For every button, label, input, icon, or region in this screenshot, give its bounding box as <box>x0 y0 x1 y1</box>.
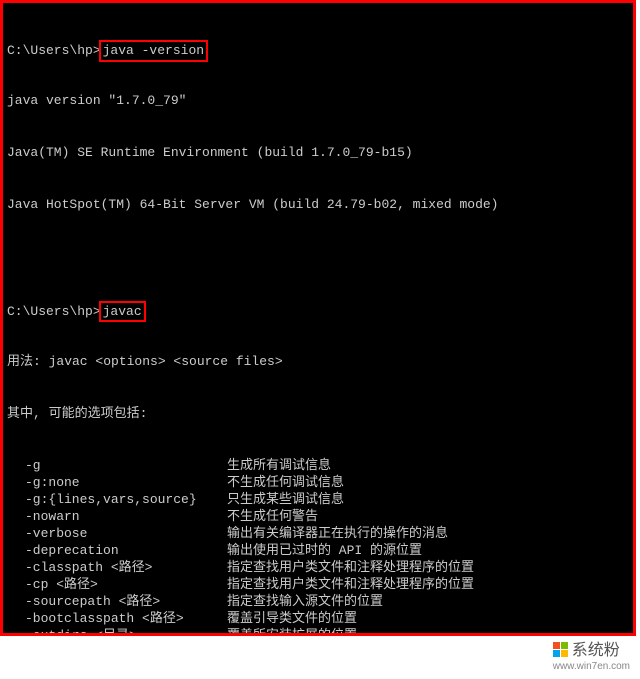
prompt-path: C:\Users\hp> <box>7 304 101 319</box>
option-row: -classpath <路径>指定查找用户类文件和注释处理程序的位置 <box>7 559 629 576</box>
option-desc: 指定查找输入源文件的位置 <box>227 593 629 610</box>
output-line: java version "1.7.0_79" <box>7 92 629 109</box>
option-row: -deprecation输出使用已过时的 API 的源位置 <box>7 542 629 559</box>
highlighted-command-1: java -version <box>99 40 208 62</box>
options-list: -g生成所有调试信息-g:none不生成任何调试信息-g:{lines,vars… <box>7 457 629 636</box>
output-line: Java(TM) SE Runtime Environment (build 1… <box>7 144 629 161</box>
options-header: 其中, 可能的选项包括: <box>7 405 629 422</box>
blank-line <box>7 248 629 265</box>
terminal-window[interactable]: C:\Users\hp>java -version java version "… <box>0 0 636 636</box>
option-desc: 覆盖引导类文件的位置 <box>227 610 629 627</box>
option-flag: -extdirs <目录> <box>7 627 227 636</box>
prompt-line-1: C:\Users\hp>java -version <box>7 40 629 57</box>
option-desc: 输出使用已过时的 API 的源位置 <box>227 542 629 559</box>
option-desc: 覆盖所安装扩展的位置 <box>227 627 629 636</box>
option-desc: 只生成某些调试信息 <box>227 491 629 508</box>
option-row: -bootclasspath <路径>覆盖引导类文件的位置 <box>7 610 629 627</box>
option-flag: -nowarn <box>7 508 227 525</box>
option-row: -extdirs <目录>覆盖所安装扩展的位置 <box>7 627 629 636</box>
option-desc: 指定查找用户类文件和注释处理程序的位置 <box>227 576 629 593</box>
option-flag: -cp <路径> <box>7 576 227 593</box>
option-row: -sourcepath <路径>指定查找输入源文件的位置 <box>7 593 629 610</box>
option-flag: -classpath <路径> <box>7 559 227 576</box>
option-row: -g:{lines,vars,source}只生成某些调试信息 <box>7 491 629 508</box>
prompt-line-2: C:\Users\hp>javac <box>7 301 629 318</box>
windows-logo-icon <box>553 642 569 658</box>
option-row: -nowarn不生成任何警告 <box>7 508 629 525</box>
option-flag: -g:{lines,vars,source} <box>7 491 227 508</box>
option-desc: 指定查找用户类文件和注释处理程序的位置 <box>227 559 629 576</box>
option-row: -cp <路径>指定查找用户类文件和注释处理程序的位置 <box>7 576 629 593</box>
option-flag: -deprecation <box>7 542 227 559</box>
watermark-url: www.win7en.com <box>553 660 630 674</box>
option-desc: 输出有关编译器正在执行的操作的消息 <box>227 525 629 542</box>
option-row: -verbose输出有关编译器正在执行的操作的消息 <box>7 525 629 542</box>
usage-line: 用法: javac <options> <source files> <box>7 353 629 370</box>
prompt-path: C:\Users\hp> <box>7 43 101 58</box>
output-line: Java HotSpot(TM) 64-Bit Server VM (build… <box>7 196 629 213</box>
highlighted-command-2: javac <box>99 301 146 323</box>
watermark: 系统粉 www.win7en.com <box>553 640 630 673</box>
option-row: -g生成所有调试信息 <box>7 457 629 474</box>
option-flag: -g <box>7 457 227 474</box>
option-desc: 不生成任何警告 <box>227 508 629 525</box>
option-desc: 不生成任何调试信息 <box>227 474 629 491</box>
watermark-brand: 系统 <box>572 642 604 659</box>
option-flag: -bootclasspath <路径> <box>7 610 227 627</box>
option-flag: -sourcepath <路径> <box>7 593 227 610</box>
watermark-plus: 粉 <box>604 642 620 659</box>
option-row: -g:none不生成任何调试信息 <box>7 474 629 491</box>
option-flag: -g:none <box>7 474 227 491</box>
option-desc: 生成所有调试信息 <box>227 457 629 474</box>
option-flag: -verbose <box>7 525 227 542</box>
